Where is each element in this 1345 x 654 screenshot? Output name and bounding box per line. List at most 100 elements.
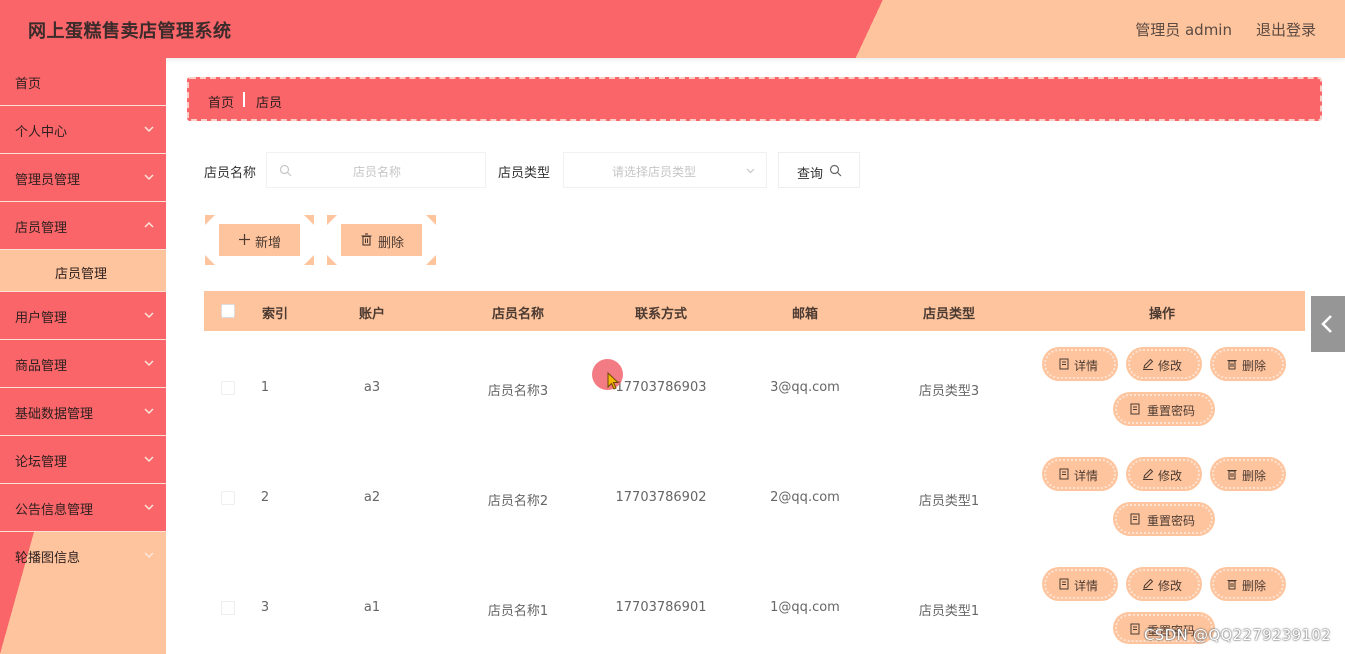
detail-button[interactable]: 详情 <box>1044 349 1116 379</box>
row-checkbox[interactable] <box>221 491 235 505</box>
sidebar-subitem-clerk-management[interactable]: 店员管理 <box>0 250 166 292</box>
breadcrumb-current: 店员 <box>256 96 283 111</box>
detail-button[interactable]: 详情 <box>1044 459 1116 489</box>
edit-button[interactable]: 修改 <box>1128 569 1200 599</box>
reset-password-button-label: 重置密码 <box>1147 514 1196 528</box>
sidebar-item-home[interactable]: 首页 <box>0 58 166 106</box>
side-collapse-tab[interactable] <box>1311 296 1345 352</box>
sidebar-item-basic-data[interactable]: 基础数据管理 <box>0 388 166 436</box>
reset-password-button-label: 重置密码 <box>1147 404 1196 418</box>
sidebar-subitem-label: 店员管理 <box>55 267 108 282</box>
search-icon <box>829 164 842 177</box>
sidebar-item-label: 论坛管理 <box>15 455 68 470</box>
search-name-placeholder: 店员名称 <box>353 165 402 179</box>
chevron-down-icon <box>144 360 154 367</box>
chevron-down-icon <box>144 312 154 319</box>
search-type-select[interactable]: 请选择店员类型 <box>563 152 767 188</box>
row-checkbox[interactable] <box>221 601 235 615</box>
table-row: 3 a1 店员名称1 17703786901 1@qq.com 店员类型1 详情… <box>204 553 1305 654</box>
cell-index: 2 <box>260 490 270 505</box>
table-row: 2 a2 店员名称2 17703786902 2@qq.com 店员类型1 详情… <box>204 443 1305 553</box>
reset-password-button[interactable]: 重置密码 <box>1115 394 1213 424</box>
chevron-up-icon <box>144 221 154 228</box>
breadcrumb-home[interactable]: 首页 <box>208 92 234 111</box>
sidebar-item-carousel[interactable]: 轮播图信息 <box>0 532 166 580</box>
sidebar-item-label: 公告信息管理 <box>15 503 94 518</box>
edit-button[interactable]: 修改 <box>1128 459 1200 489</box>
document-icon <box>1059 578 1069 590</box>
pencil-icon <box>1143 358 1154 370</box>
query-button-label: 查询 <box>797 167 824 182</box>
column-header: 操作 <box>1148 307 1176 322</box>
watermark-text: CSDN @QQ2279239102 <box>1144 626 1331 644</box>
sidebar: 首页 个人中心 管理员管理 店员管理 店员管理 用户管理 商品管理 基础数据管理 <box>0 58 166 654</box>
top-header: 网上蛋糕售卖店管理系统 管理员 admin 退出登录 <box>0 0 1345 58</box>
pencil-icon <box>1143 578 1154 590</box>
sidebar-item-admin-management[interactable]: 管理员管理 <box>0 154 166 202</box>
row-delete-button[interactable]: 删除 <box>1212 349 1284 379</box>
cell-account: a2 <box>363 490 381 505</box>
edit-button[interactable]: 修改 <box>1128 349 1200 379</box>
cell-name: 店员名称2 <box>487 494 549 509</box>
chevron-down-icon <box>144 456 154 463</box>
row-delete-button-label: 删除 <box>1242 359 1267 373</box>
column-header[interactable]: 邮箱 <box>792 303 818 322</box>
chevron-down-icon <box>144 504 154 511</box>
breadcrumb: 首页 店员 <box>187 77 1322 121</box>
mouse-pointer-icon <box>607 372 620 390</box>
cell-type: 店员类型1 <box>918 494 980 509</box>
cell-name: 店员名称3 <box>487 384 549 399</box>
delete-button[interactable]: 删除 <box>341 224 422 256</box>
edit-button-label: 修改 <box>1158 359 1183 373</box>
document-icon <box>1130 403 1140 415</box>
search-type-placeholder: 请选择店员类型 <box>612 165 697 179</box>
column-header[interactable]: 账户 <box>359 303 385 322</box>
sidebar-item-forum-management[interactable]: 论坛管理 <box>0 436 166 484</box>
row-delete-button-label: 删除 <box>1242 469 1267 483</box>
edit-button-label: 修改 <box>1158 579 1183 593</box>
detail-button-label: 详情 <box>1074 579 1099 593</box>
sidebar-item-clerk-management[interactable]: 店员管理 <box>0 202 166 250</box>
sidebar-item-label: 基础数据管理 <box>15 407 94 422</box>
sidebar-item-label: 轮播图信息 <box>15 551 81 566</box>
row-delete-button[interactable]: 删除 <box>1212 459 1284 489</box>
column-header[interactable]: 索引 <box>262 303 288 322</box>
query-button[interactable]: 查询 <box>778 152 860 188</box>
column-header[interactable]: 店员名称 <box>492 303 544 322</box>
search-name-input[interactable]: 店员名称 <box>266 152 486 188</box>
sidebar-item-product-management[interactable]: 商品管理 <box>0 340 166 388</box>
sidebar-item-label: 用户管理 <box>15 311 68 326</box>
row-delete-button[interactable]: 删除 <box>1212 569 1284 599</box>
cell-type: 店员类型3 <box>918 384 980 399</box>
column-header[interactable]: 联系方式 <box>635 303 687 322</box>
add-button[interactable]: 新增 <box>219 224 300 256</box>
select-all-checkbox[interactable] <box>221 304 235 318</box>
sidebar-item-label: 商品管理 <box>15 359 68 374</box>
document-icon <box>1130 513 1140 525</box>
search-icon <box>279 164 292 177</box>
sidebar-item-notice-management[interactable]: 公告信息管理 <box>0 484 166 532</box>
document-icon <box>1059 358 1069 370</box>
edit-button-label: 修改 <box>1158 469 1183 483</box>
detail-button[interactable]: 详情 <box>1044 569 1116 599</box>
logout-link[interactable]: 退出登录 <box>1256 19 1316 40</box>
cell-account: a3 <box>363 380 381 395</box>
column-header[interactable]: 店员类型 <box>923 303 975 322</box>
cell-name: 店员名称1 <box>487 604 549 619</box>
row-delete-button-label: 删除 <box>1242 579 1267 593</box>
sidebar-item-personal-center[interactable]: 个人中心 <box>0 106 166 154</box>
sidebar-item-user-management[interactable]: 用户管理 <box>0 292 166 340</box>
cell-index: 1 <box>260 380 270 395</box>
reset-password-button[interactable]: 重置密码 <box>1115 504 1213 534</box>
search-type-label: 店员类型 <box>498 166 551 181</box>
table-header: 索引 账户 店员名称 联系方式 邮箱 店员类型 操作 <box>204 291 1305 331</box>
trash-icon <box>1227 470 1237 480</box>
chevron-down-icon <box>144 408 154 415</box>
chevron-left-icon <box>1321 315 1332 333</box>
cell-account: a1 <box>363 600 381 615</box>
row-checkbox[interactable] <box>221 381 235 395</box>
sidebar-item-label: 个人中心 <box>15 125 68 140</box>
cell-email: 1@qq.com <box>770 600 840 615</box>
trash-icon <box>1227 360 1237 370</box>
plus-icon <box>239 234 250 245</box>
